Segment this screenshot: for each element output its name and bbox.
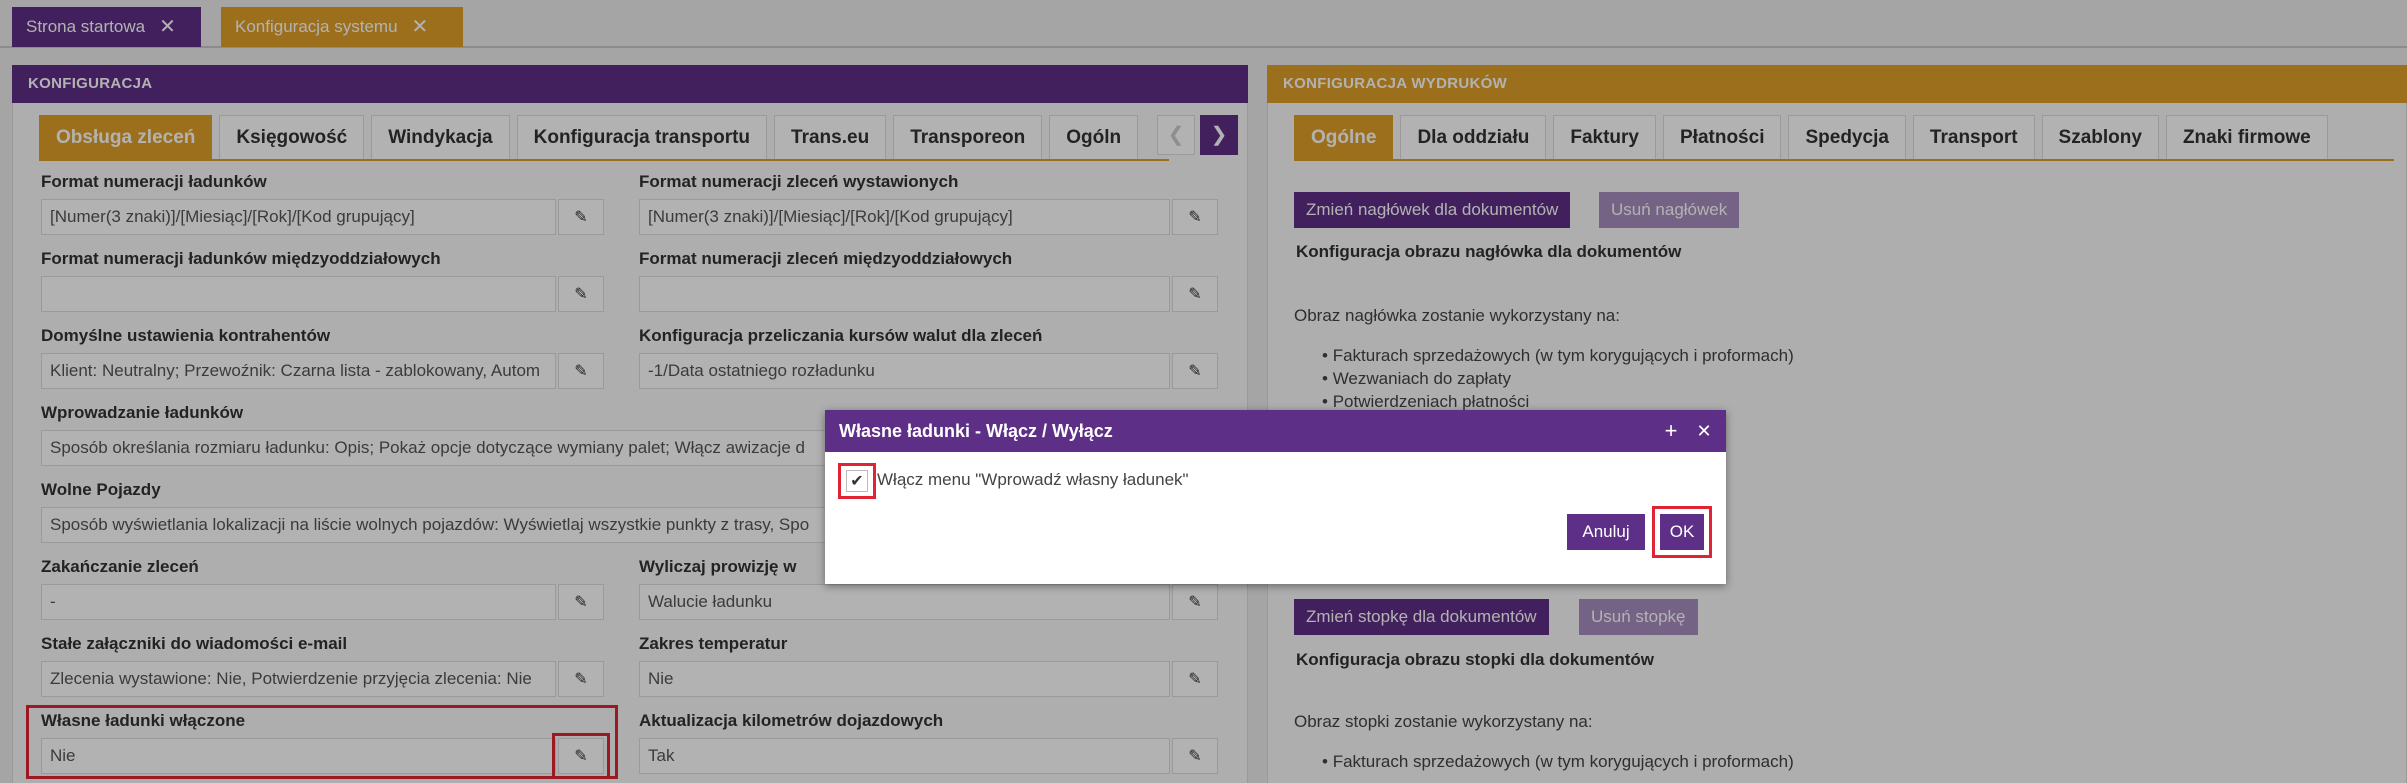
check-icon: ✔ xyxy=(850,473,864,490)
cancel-button[interactable]: Anuluj xyxy=(1567,514,1645,550)
close-icon[interactable]: ✕ xyxy=(1691,410,1717,452)
enable-menu-checkbox[interactable]: ✔ xyxy=(846,470,868,492)
maximize-icon[interactable]: + xyxy=(1658,410,1684,452)
own-loads-dialog: Własne ładunki - Włącz / Wyłącz + ✕ ✔ Wł… xyxy=(825,410,1726,584)
checkbox-label: Włącz menu "Wprowadź własny ładunek" xyxy=(877,470,1189,489)
dialog-title: Własne ładunki - Włącz / Wyłącz xyxy=(839,421,1113,441)
modal-overlay xyxy=(0,0,2407,783)
dialog-header: Własne ładunki - Włącz / Wyłącz xyxy=(825,410,1726,452)
ok-button[interactable]: OK xyxy=(1660,514,1704,550)
highlight-checkbox: ✔ xyxy=(838,463,876,499)
